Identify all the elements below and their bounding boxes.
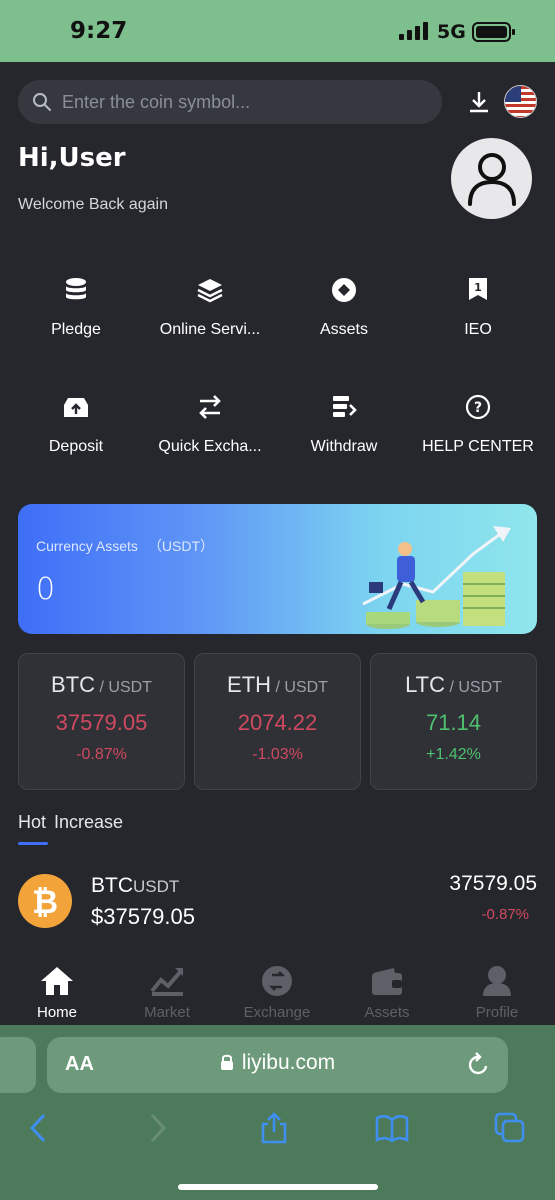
nav-home[interactable]: Home [2,965,112,1021]
status-bar: 9:27 5G [0,0,555,62]
home-icon [41,967,73,995]
ticket-icon: 1 [469,278,487,300]
ticker-card-btc[interactable]: BTC / USDT 37579.05 -0.87% [18,653,185,790]
battery-icon [472,22,515,42]
menu-assets[interactable]: Assets [277,277,411,339]
lock-icon [220,1054,233,1070]
svg-text:?: ? [474,400,482,416]
market-tabs: Hot Increase [18,812,131,845]
banner-unit: （USDT） [147,538,215,554]
menu-help-center[interactable]: ? HELP CENTER [411,394,545,456]
avatar[interactable] [451,138,532,219]
nav-label: Home [36,1004,77,1021]
ticker-pair: BTC / USDT [51,672,152,697]
ticker-pair: ETH / USDT [227,672,328,697]
layers-icon [197,279,223,303]
network-type: 5G [437,21,466,43]
search-bar[interactable] [18,80,442,124]
growth-illustration-icon [362,526,511,629]
wallet-icon [372,968,402,995]
menu-label: Online Servi... [159,321,261,338]
menu-ieo[interactable]: 1 IEO [411,277,545,339]
list-item-pair: BTCUSDT [91,874,180,897]
menu-label: Deposit [48,438,104,455]
nav-label: Profile [475,1004,519,1021]
menu-label: Pledge [51,321,101,338]
bottom-nav: Home Market Exchange Assets Profile [0,955,555,1025]
tab-active-indicator [18,842,48,845]
ticker-card-eth[interactable]: ETH / USDT 2074.22 -1.03% [194,653,361,790]
bitcoin-icon: ₿ [18,874,72,928]
url-text: liyibu.com [241,1051,336,1074]
ticker-price: 37579.05 [55,710,148,735]
ticker-pair: LTC / USDT [405,672,502,697]
withdraw-icon [333,396,357,417]
search-input[interactable] [62,80,422,124]
bookmarks-icon[interactable] [375,1112,409,1144]
banner-title: Currency Assets （USDT） [36,538,215,554]
menu-label: Quick Excha... [158,438,262,455]
back-icon[interactable] [28,1112,48,1144]
ticker-price: 2074.22 [237,710,318,735]
menu-deposit[interactable]: Deposit [9,394,143,456]
list-item[interactable]: ₿ BTCUSDT $37579.05 37579.05 -0.87% [18,870,537,932]
ticker-card-ltc[interactable]: LTC / USDT 71.14 +1.42% [370,653,537,790]
forward-icon[interactable] [148,1112,168,1144]
menu-quick-exchange[interactable]: Quick Excha... [143,394,277,456]
nav-market[interactable]: Market [112,965,222,1021]
nav-exchange[interactable]: Exchange [222,965,332,1021]
search-icon [33,93,51,111]
currency-assets-banner[interactable]: Currency Assets （USDT） 0 [18,504,537,634]
list-item-usd-price: $37579.05 [91,904,195,929]
deposit-box-icon [64,398,88,417]
menu-label: IEO [464,321,492,338]
previous-tab-preview[interactable] [0,1037,36,1093]
menu-label: Withdraw [310,438,378,455]
us-flag-icon[interactable] [504,85,537,118]
profile-icon [483,966,511,996]
nav-profile[interactable]: Profile [442,965,552,1021]
url-field[interactable]: liyibu.com [47,1051,508,1075]
ticker-change: +1.42% [426,746,481,763]
address-bar[interactable]: AA liyibu.com [47,1037,508,1093]
nav-label: Market [144,1004,190,1021]
menu-online-service[interactable]: Online Servi... [143,277,277,339]
menu-pledge[interactable]: Pledge [9,277,143,339]
reload-icon[interactable] [466,1052,490,1078]
nav-assets[interactable]: Assets [332,965,442,1021]
menu-withdraw[interactable]: Withdraw [277,394,411,456]
banner-value: 0 [36,572,56,607]
tabs-icon[interactable] [494,1112,526,1144]
download-icon[interactable] [467,90,491,114]
tab-increase[interactable]: Increase [54,812,123,832]
greeting-subtitle: Welcome Back again [18,196,168,213]
greeting-title: Hi,User [18,143,126,173]
menu-label: HELP CENTER [422,438,534,455]
list-item-price: 37579.05 [449,872,537,895]
exchange-icon [262,966,292,996]
ticker-price: 71.14 [425,710,482,735]
home-indicator [178,1184,378,1190]
tab-hot[interactable]: Hot [18,812,46,832]
user-icon [468,153,516,206]
menu-label: Assets [319,321,368,338]
coins-stack-icon [66,278,86,300]
chart-icon [150,968,184,996]
signal-icon [399,22,428,40]
nav-label: Exchange [243,1004,311,1021]
help-circle-icon: ? [465,394,491,420]
share-icon[interactable] [259,1112,289,1144]
nav-label: Assets [364,1004,410,1021]
diamond-icon [332,278,356,302]
ticker-change: -0.87% [76,746,127,763]
svg-text:1: 1 [474,281,482,294]
list-item-change: -0.87% [481,906,529,923]
status-time: 9:27 [70,18,128,44]
ticker-change: -1.03% [252,746,303,763]
swap-arrows-icon [199,395,221,419]
